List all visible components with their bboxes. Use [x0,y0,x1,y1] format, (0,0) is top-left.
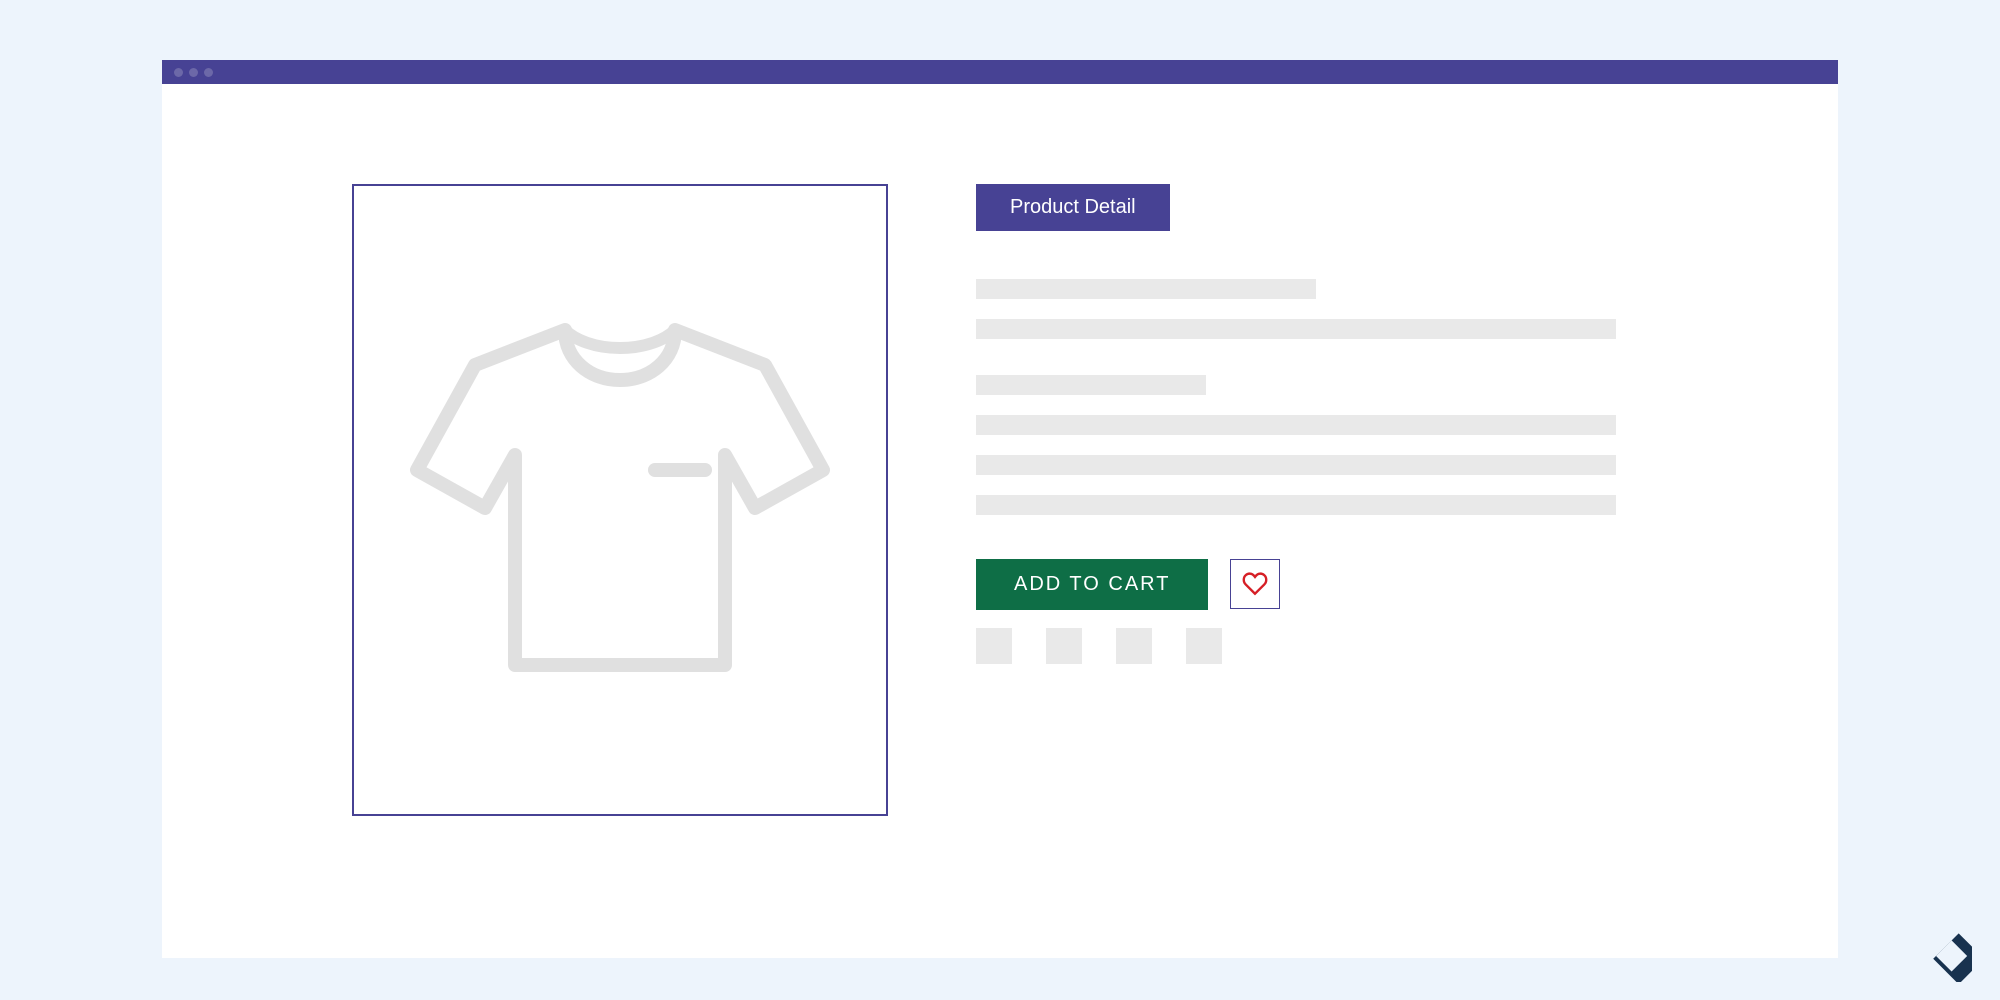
tshirt-icon [405,310,835,690]
wishlist-button[interactable] [1230,559,1280,609]
thumbnail[interactable] [976,628,1012,664]
add-to-cart-button[interactable]: ADD TO CART [976,559,1208,610]
thumbnail[interactable] [1116,628,1152,664]
thumbnail[interactable] [1186,628,1222,664]
window-control-dot[interactable] [204,68,213,77]
action-row: ADD TO CART [976,559,1616,610]
placeholder-line [976,455,1616,475]
heart-icon [1242,572,1268,596]
window-control-dot[interactable] [189,68,198,77]
browser-window: Product Detail ADD TO CART [162,60,1838,958]
window-control-dot[interactable] [174,68,183,77]
thumbnail-row [976,628,1616,664]
description-placeholder-block [976,279,1616,515]
product-image-frame [352,184,888,816]
product-content: Product Detail ADD TO CART [162,84,1838,816]
placeholder-line [976,319,1616,339]
placeholder-line [976,495,1616,515]
brand-logo-icon [1910,920,1972,982]
window-titlebar [162,60,1838,84]
placeholder-line [976,375,1206,395]
placeholder-line [976,279,1316,299]
product-detail-badge: Product Detail [976,184,1170,231]
placeholder-line [976,415,1616,435]
product-info-panel: Product Detail ADD TO CART [976,184,1616,816]
thumbnail[interactable] [1046,628,1082,664]
